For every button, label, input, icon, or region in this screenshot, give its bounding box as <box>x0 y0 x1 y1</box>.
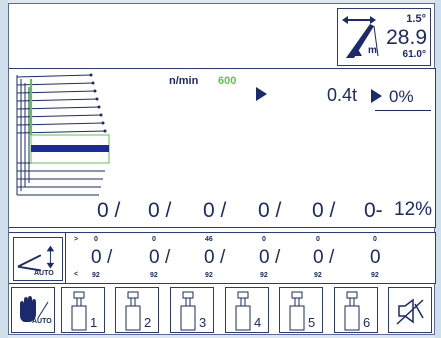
section-value-1: 0 / <box>97 199 121 222</box>
cylinder-6-button[interactable]: 6 <box>334 287 378 333</box>
boom-auto-label: AUTO <box>34 270 54 277</box>
top-marker: > <box>74 236 79 243</box>
col-3-slash: / <box>220 247 226 268</box>
mute-button[interactable] <box>388 287 432 333</box>
col-5-main: 0 <box>313 247 324 268</box>
manual-auto-label: AUTO <box>32 318 52 325</box>
cylinder-icon <box>289 291 305 331</box>
col-1-main: 0 <box>91 247 102 268</box>
display-screen: 1.5° 28.9 61.0° m n/min 600 0.4t 0% 0 / … <box>8 3 436 335</box>
play-arrow-icon <box>256 87 267 101</box>
manual-auto-button[interactable]: AUTO <box>11 287 55 333</box>
section-value-4: 0 / <box>258 199 282 222</box>
col-2-slash: / <box>165 247 171 268</box>
load-arrow-icon <box>371 89 382 103</box>
cylinder-1-label: 1 <box>90 315 98 330</box>
col-5-slash: / <box>329 247 335 268</box>
speed-label: n/min <box>169 75 199 87</box>
speaker-muted-icon <box>396 298 424 325</box>
cylinder-5-label: 5 <box>308 315 316 330</box>
telescope-sections-icon <box>16 73 110 196</box>
col-2-bottom: 92 <box>150 272 158 279</box>
col-5-bottom: 92 <box>314 272 322 279</box>
cylinder-icon <box>235 291 251 331</box>
col-2-top: 0 <box>152 236 156 243</box>
hand-icon <box>20 296 49 322</box>
col-2-main: 0 <box>149 247 160 268</box>
section-percent: 12% <box>394 199 433 220</box>
col-4-bottom: 92 <box>260 272 268 279</box>
cylinder-2-button[interactable]: 2 <box>115 287 159 333</box>
col-1-bottom: 92 <box>92 272 100 279</box>
speed-value: 600 <box>218 75 237 87</box>
load-value: 0.4t <box>327 85 358 105</box>
cylinder-4-label: 4 <box>254 315 262 330</box>
radius-value: 28.9 <box>386 26 427 49</box>
cylinder-icon <box>125 291 141 331</box>
boom-auto-button[interactable]: AUTO <box>13 237 63 281</box>
cylinder-icon <box>180 291 196 331</box>
cylinder-2-label: 2 <box>144 315 152 330</box>
cylinder-1-button[interactable]: 1 <box>61 287 105 333</box>
section-value-6: 0- <box>364 199 383 222</box>
angle-bottom-value: 61.0° <box>402 49 426 60</box>
load-percent: 0% <box>389 87 414 106</box>
telescope-status-panel: n/min 600 0.4t 0% 0 / 0 / 0 / 0 / 0 / 0-… <box>9 68 436 228</box>
col-3-main: 0 <box>204 247 215 268</box>
col-6-main: 0 <box>370 247 381 268</box>
cylinder-3-button[interactable]: 3 <box>170 287 214 333</box>
screen-bezel-left <box>0 0 8 338</box>
col-4-top: 0 <box>262 236 266 243</box>
col-5-top: 0 <box>316 236 320 243</box>
section-value-5: 0 / <box>312 199 336 222</box>
section-value-3: 0 / <box>203 199 227 222</box>
col-6-bottom: 92 <box>371 272 379 279</box>
cylinder-6-label: 6 <box>363 315 371 330</box>
col-4-slash: / <box>275 247 281 268</box>
cylinder-icon <box>344 291 360 331</box>
cylinder-4-button[interactable]: 4 <box>225 287 269 333</box>
boom-extension-panel: AUTO > < 0 0 / 92 0 0 / 92 46 0 / 92 0 0… <box>9 232 436 284</box>
radius-unit: m <box>368 45 377 56</box>
cylinder-5-button[interactable]: 5 <box>279 287 323 333</box>
angle-top-value: 1.5° <box>406 13 426 25</box>
cylinder-3-label: 3 <box>199 315 207 330</box>
percent-underline <box>375 110 431 111</box>
boom-values-area: > < 0 0 / 92 0 0 / 92 46 0 / 92 0 0 / 92… <box>65 233 436 284</box>
col-3-top: 46 <box>205 236 213 243</box>
section-value-2: 0 / <box>148 199 172 222</box>
cylinder-icon <box>71 291 87 331</box>
bottom-marker: < <box>74 271 79 278</box>
col-6-top: 0 <box>373 236 377 243</box>
col-1-top: 0 <box>94 236 98 243</box>
col-3-bottom: 92 <box>205 272 213 279</box>
boom-angle-readout: 1.5° 28.9 61.0° m <box>337 8 431 66</box>
col-4-main: 0 <box>259 247 270 268</box>
col-1-slash: / <box>107 247 113 268</box>
